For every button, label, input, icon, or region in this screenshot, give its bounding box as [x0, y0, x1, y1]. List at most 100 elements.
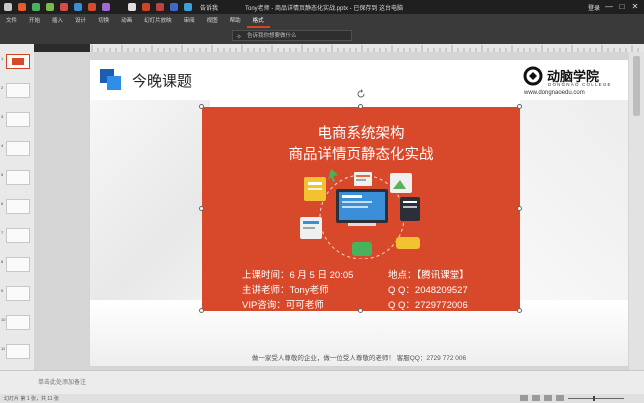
- tab-home[interactable]: 开始: [23, 14, 46, 28]
- slide-thumbnail[interactable]: [6, 54, 30, 69]
- tab-view[interactable]: 视图: [201, 14, 224, 28]
- document-icon[interactable]: [128, 3, 136, 11]
- slide-thumbnail[interactable]: [6, 344, 30, 359]
- course-banner[interactable]: 电商系统架构 商品详情页静态化实战 上课时间：6 月 5 日 20:05 主讲老…: [202, 107, 520, 311]
- minimize-button[interactable]: —: [604, 2, 614, 12]
- app-icon: [18, 3, 26, 11]
- word-icon[interactable]: [170, 3, 178, 11]
- slide-heading[interactable]: 今晚课题: [132, 70, 192, 91]
- save-icon[interactable]: [4, 3, 12, 11]
- notes-pane[interactable]: 单击此处添加备注: [0, 370, 644, 395]
- browser-icon[interactable]: [74, 3, 82, 11]
- zoom-slider[interactable]: [568, 398, 624, 399]
- customize-icon[interactable]: [102, 3, 110, 11]
- resize-handle-tl[interactable]: [199, 104, 204, 109]
- thumbnail-number: 4: [1, 143, 4, 148]
- resize-handle-r[interactable]: [517, 206, 522, 211]
- title-square-icon-overlay: [107, 76, 121, 90]
- tab-format[interactable]: 格式: [246, 14, 270, 28]
- zoom-slider-thumb[interactable]: [593, 396, 595, 401]
- undo-icon[interactable]: [32, 3, 40, 11]
- notes-placeholder: 单击此处添加备注: [38, 380, 87, 386]
- resize-handle-l[interactable]: [199, 206, 204, 211]
- slide-thumbnail[interactable]: [6, 141, 30, 156]
- logo-url: www.dongnaoedu.com: [524, 90, 585, 96]
- tab-insert[interactable]: 插入: [46, 14, 69, 28]
- tab-transitions[interactable]: 切换: [92, 14, 115, 28]
- thumbnail-number: 7: [1, 230, 4, 235]
- slide-thumbnail[interactable]: [6, 170, 30, 185]
- slide-thumbnail[interactable]: [6, 112, 30, 127]
- tab-review[interactable]: 审阅: [178, 14, 201, 28]
- ppt-file-icon[interactable]: [156, 3, 164, 11]
- ribbon-search-placeholder: 告诉我你想要做什么: [247, 33, 297, 39]
- slide-counter: 幻灯片 第 1 张，共 11 张: [4, 396, 59, 402]
- lightbulb-icon: ✧: [236, 34, 242, 41]
- slide-thumbnail[interactable]: [6, 315, 30, 330]
- close-button[interactable]: ✕: [630, 2, 640, 12]
- title-bar: 告诉我 Tony老师 - 商品详情页静态化实战.pptx - 已保存到 这台电脑…: [0, 0, 644, 14]
- thumbnail-number: 1: [1, 56, 4, 61]
- start-slideshow-icon[interactable]: [60, 3, 68, 11]
- location: 地点：【腾讯课堂】: [388, 270, 469, 281]
- slide-canvas[interactable]: 今晚课题 动脑学院 DONGNAO COLLEGE www.dongnaoedu…: [90, 60, 628, 366]
- qq-number-1: Q Q：2048209527: [388, 285, 468, 296]
- ecommerce-illustration: [300, 169, 420, 259]
- thumbnail-number: 2: [1, 85, 4, 90]
- brain-logo-icon: [523, 66, 543, 86]
- thumbnail-number: 5: [1, 172, 4, 177]
- slideshow-view-icon[interactable]: [556, 395, 564, 401]
- slide-thumbnails-pane: 1 2 3 4 5 6 7 8 9 10 11: [0, 44, 34, 370]
- class-time: 上课时间：6 月 5 日 20:05: [242, 270, 354, 281]
- ribbon: 文件 开始 插入 设计 切换 动画 幻灯片放映 审阅 视图 帮助 格式 ✧ 告诉…: [0, 14, 644, 44]
- document-title: Tony老师 - 商品详情页静态化实战.pptx - 已保存到 这台电脑: [245, 6, 404, 12]
- thumbnail-number: 9: [1, 288, 4, 293]
- paint-icon[interactable]: [184, 3, 192, 11]
- thumbnail-number: 11: [1, 346, 6, 351]
- banner-subtitle: 商品详情页静态化实战: [288, 147, 434, 163]
- banner-title: 电商系统架构: [317, 126, 405, 142]
- logo-english: DONGNAO COLLEGE: [548, 82, 612, 87]
- tab-slideshow[interactable]: 幻灯片放映: [138, 14, 178, 28]
- thumbnail-banner: [12, 58, 24, 65]
- slide-thumbnail[interactable]: [6, 83, 30, 98]
- user-account[interactable]: 登录: [588, 3, 600, 12]
- ruler-ticks: [91, 45, 639, 52]
- brand-logo: 动脑学院 DONGNAO COLLEGE www.dongnaoedu.com: [522, 66, 622, 98]
- slide-thumbnail[interactable]: [6, 257, 30, 272]
- lecturer: 主讲老师：Tony老师: [242, 285, 329, 296]
- slide-sorter-icon[interactable]: [532, 395, 540, 401]
- normal-view-icon[interactable]: [520, 395, 528, 401]
- thumbnail-number: 6: [1, 201, 4, 206]
- vertical-scrollbar[interactable]: [629, 52, 644, 370]
- slide-thumbnail[interactable]: [6, 228, 30, 243]
- ribbon-tabs: 文件 开始 插入 设计 切换 动画 幻灯片放映 审阅 视图 帮助 格式: [0, 14, 644, 28]
- redo-icon[interactable]: [46, 3, 54, 11]
- tell-me-label[interactable]: 告诉我: [200, 3, 218, 12]
- ribbon-search-input[interactable]: ✧ 告诉我你想要做什么: [232, 30, 352, 41]
- tab-animations[interactable]: 动画: [115, 14, 138, 28]
- resize-handle-b[interactable]: [358, 308, 363, 313]
- resize-handle-tr[interactable]: [517, 104, 522, 109]
- record-icon[interactable]: [88, 3, 96, 11]
- thumbnail-number: 3: [1, 114, 4, 119]
- qq-number-2: Q Q：2729772006: [388, 300, 468, 311]
- tab-help[interactable]: 帮助: [224, 14, 247, 28]
- resize-handle-bl[interactable]: [199, 308, 204, 313]
- slide-thumbnail[interactable]: [6, 199, 30, 214]
- vip-contact: VIP咨询：可可老师: [242, 300, 324, 311]
- maximize-button[interactable]: □: [617, 2, 627, 12]
- powerpoint-icon[interactable]: [142, 3, 150, 11]
- slide-thumbnail[interactable]: [6, 286, 30, 301]
- status-bar: 幻灯片 第 1 张，共 11 张: [0, 394, 644, 403]
- thumbnail-number: 8: [1, 259, 4, 264]
- resize-handle-br[interactable]: [517, 308, 522, 313]
- tab-design[interactable]: 设计: [69, 14, 92, 28]
- resize-handle-t[interactable]: [358, 104, 363, 109]
- reading-view-icon[interactable]: [544, 395, 552, 401]
- scrollbar-thumb[interactable]: [633, 56, 640, 116]
- slide-footer: 做一家受人尊敬的企业，做一位受人尊敬的老师！ 客服QQ：2729 772 006: [251, 355, 467, 362]
- rotate-handle-icon[interactable]: [356, 89, 366, 99]
- thumbnail-number: 10: [1, 317, 6, 322]
- tab-file[interactable]: 文件: [0, 14, 23, 28]
